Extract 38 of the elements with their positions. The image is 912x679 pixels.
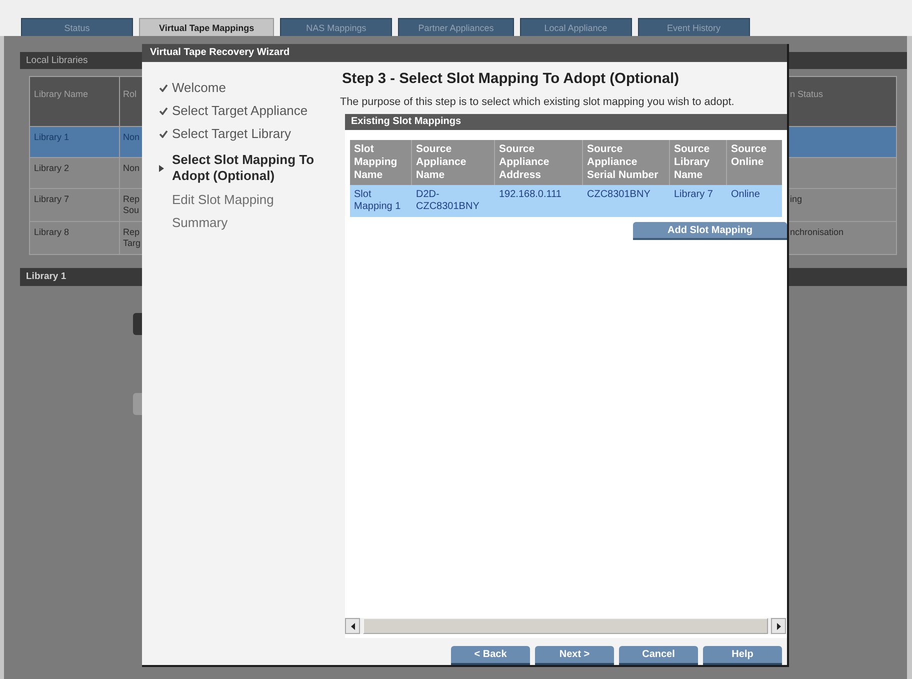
table-cell[interactable]: Library 1: [30, 127, 119, 157]
table-cell-text: Library 7: [673, 188, 714, 202]
scroll-left-button[interactable]: [345, 618, 360, 634]
column-header: Source Online: [730, 142, 768, 170]
tab[interactable]: Partner Appliances: [398, 18, 514, 36]
wizard-step: Select Target Library: [172, 126, 332, 141]
wizard-step: Welcome: [172, 80, 332, 95]
tab[interactable]: Status: [21, 18, 133, 36]
tab[interactable]: NAS Mappings: [280, 18, 392, 36]
table-cell-text: D2D-CZC8301BNY: [415, 188, 480, 214]
table-cell-text: Online: [730, 188, 761, 202]
step-description: The purpose of this step is to select which existing slot mapping you wish to adopt.: [340, 96, 736, 108]
edge-marker: [133, 313, 143, 335]
tab[interactable]: Local Appliance: [520, 18, 632, 36]
column-header: n Status: [788, 77, 896, 126]
column-header: Library Name: [30, 77, 119, 126]
right-arrow-icon: [776, 622, 780, 630]
panel-header: Existing Slot Mappings: [345, 114, 787, 130]
table-cell-text: CZC8301BNY: [586, 188, 652, 202]
tab[interactable]: Event History: [638, 18, 750, 36]
add-slot-mapping-button[interactable]: Add Slot Mapping: [633, 222, 787, 240]
wizard-step: Summary: [172, 215, 332, 230]
left-arrow-icon: [350, 622, 354, 630]
table-cell-text: Slot Mapping 1: [353, 188, 402, 214]
scroll-right-button[interactable]: [771, 618, 786, 634]
wizard-step: Select Slot Mapping To Adopt (Optional): [172, 152, 332, 184]
wizard-step: Edit Slot Mapping: [172, 192, 332, 207]
tab[interactable]: Virtual Tape Mappings: [139, 18, 274, 36]
wizard-step: Select Target Appliance: [172, 103, 332, 118]
table-cell-text: 192.168.0.111: [498, 188, 562, 202]
next-button[interactable]: Next >: [535, 646, 614, 665]
dialog-title: Virtual Tape Recovery Wizard: [142, 44, 787, 62]
table-row[interactable]: Slot Mapping 1 D2D-CZC8301BNY 192.168.0.111 CZC8301BNY Library 7 Online: [350, 185, 782, 217]
cancel-button[interactable]: Cancel: [619, 646, 698, 665]
step-heading: Step 3 - Select Slot Mapping To Adopt (Optional): [342, 72, 680, 87]
help-button[interactable]: Help: [703, 646, 782, 665]
edge-marker: [133, 393, 143, 415]
back-button[interactable]: < Back: [451, 646, 530, 665]
